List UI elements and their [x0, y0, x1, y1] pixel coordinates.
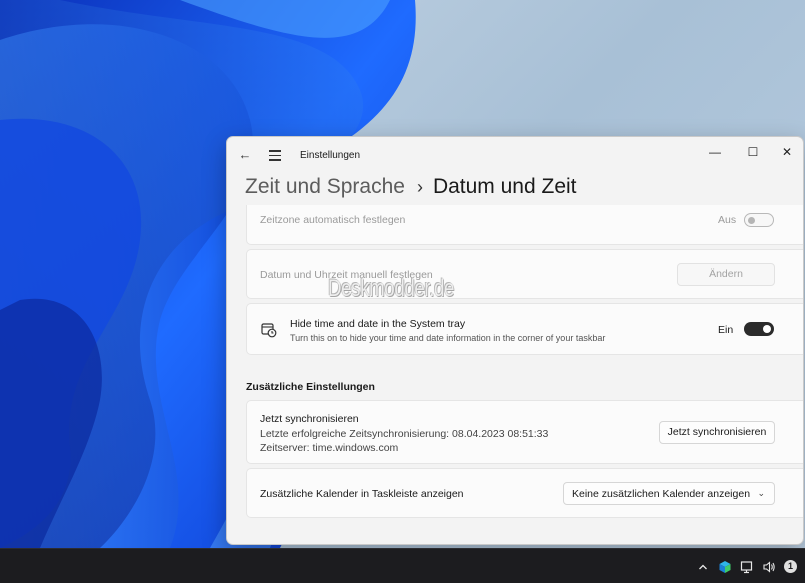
calendar-select[interactable]: Keine zusätzlichen Kalender anzeigen ⌄: [563, 482, 775, 505]
volume-icon[interactable]: [762, 560, 776, 574]
auto-timezone-toggle[interactable]: [744, 213, 774, 227]
additional-settings-heading: Zusätzliche Einstellungen: [246, 381, 375, 393]
calendar-label: Zusätzliche Kalender in Taskleiste anzei…: [260, 488, 464, 500]
close-button[interactable]: ✕: [773, 142, 801, 162]
maximize-button[interactable]: ☐: [739, 142, 767, 162]
title-bar: ← Einstellungen — ☐ ✕: [227, 137, 803, 173]
auto-timezone-label: Zeitzone automatisch festlegen: [260, 214, 406, 226]
sync-title: Jetzt synchronisieren: [260, 413, 359, 425]
last-sync-text: Letzte erfolgreiche Zeitsynchronisierung…: [260, 428, 549, 440]
settings-window: ← Einstellungen — ☐ ✕ Zeit und Sprache ›…: [226, 136, 804, 545]
security-icon[interactable]: [718, 560, 732, 574]
breadcrumb: Zeit und Sprache › Datum und Zeit: [245, 173, 577, 201]
hide-tray-state: Ein: [718, 324, 734, 336]
network-icon[interactable]: [740, 560, 754, 574]
auto-timezone-card: Zeitzone automatisch festlegen Aus: [246, 205, 803, 245]
hide-tray-toggle[interactable]: [744, 322, 774, 336]
hide-tray-description: Turn this on to hide your time and date …: [290, 333, 606, 343]
breadcrumb-separator-icon: ›: [416, 176, 423, 197]
window-title: Einstellungen: [300, 150, 361, 161]
time-server-text: Zeitserver: time.windows.com: [260, 442, 399, 454]
minimize-button[interactable]: —: [701, 142, 729, 162]
notification-count: 1: [787, 561, 793, 571]
chevron-up-icon[interactable]: [696, 560, 710, 574]
back-arrow-icon[interactable]: ←: [237, 147, 253, 163]
chevron-down-icon: ⌄: [757, 488, 765, 498]
page-title: Datum und Zeit: [432, 175, 577, 198]
sync-card: Jetzt synchronisieren Letzte erfolgreich…: [246, 400, 803, 464]
calendar-card: Zusätzliche Kalender in Taskleiste anzei…: [246, 468, 803, 518]
system-tray: 1: [696, 549, 797, 583]
change-datetime-button[interactable]: Ändern: [677, 263, 775, 286]
hide-tray-title: Hide time and date in the System tray: [290, 318, 466, 330]
breadcrumb-parent[interactable]: Zeit und Sprache: [245, 175, 405, 199]
hide-tray-card: Hide time and date in the System tray Tu…: [246, 303, 803, 355]
notification-icon[interactable]: 1: [784, 560, 797, 573]
clock-calendar-icon: [261, 322, 277, 338]
calendar-select-value: Keine zusätzlichen Kalender anzeigen: [572, 488, 751, 500]
watermark-logo: Deskmodder.de: [328, 275, 455, 302]
sync-now-button[interactable]: Jetzt synchronisieren: [659, 421, 775, 444]
taskbar: 1: [0, 548, 805, 583]
auto-timezone-state: Aus: [718, 214, 737, 226]
hamburger-menu-icon[interactable]: [267, 147, 283, 163]
